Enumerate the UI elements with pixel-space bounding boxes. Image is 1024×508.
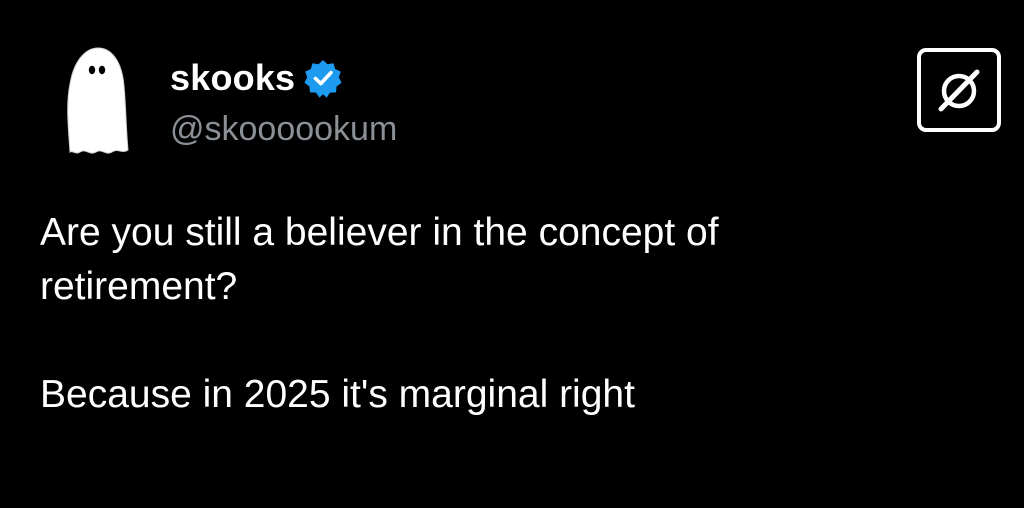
tweet-card: skooks @skoooookum Are you still a belie…: [0, 0, 1024, 508]
tweet-line: retirement?: [40, 265, 238, 308]
tweet-line: Are you still a believer in the concept …: [40, 211, 719, 254]
name-row: skooks: [170, 56, 397, 100]
avatar[interactable]: [56, 44, 136, 164]
slashed-circle-logo-icon: [917, 48, 1001, 132]
verified-badge-icon: [303, 58, 343, 98]
tweet-line: Because in 2025 it's marginal right: [40, 373, 635, 416]
tweet-text: Are you still a believer in the concept …: [40, 206, 980, 422]
author-info: skooks @skoooookum: [170, 56, 397, 149]
user-handle[interactable]: @skoooookum: [170, 110, 397, 149]
ghost-icon: [67, 47, 129, 154]
display-name[interactable]: skooks: [170, 57, 295, 99]
